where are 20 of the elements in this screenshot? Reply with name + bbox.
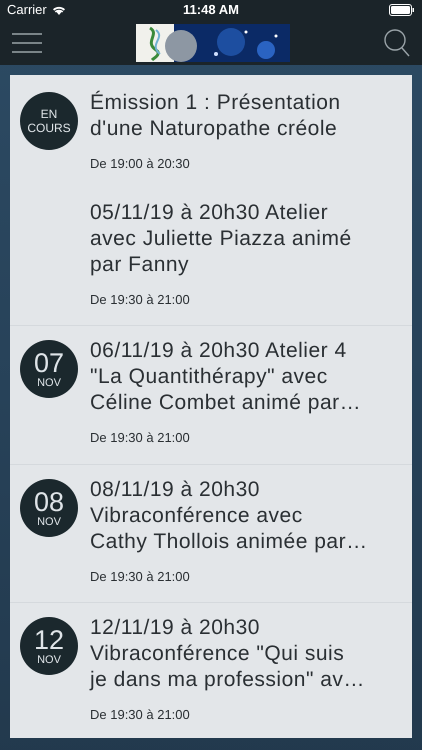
menu-icon[interactable] [12, 32, 42, 52]
event-title[interactable]: 05/11/19 à 20h30 Atelier avec Juliette Piazza animé par Fanny [90, 200, 352, 278]
wifi-icon [52, 5, 66, 15]
date-badge: 12 NOV [20, 617, 78, 675]
clock: 11:48 AM [183, 1, 239, 20]
event-title[interactable]: Émission 1 : Présentation d'une Naturopathe créole [90, 90, 341, 142]
carrier-label: Carrier [7, 1, 47, 20]
search-icon[interactable] [384, 28, 410, 56]
event-title[interactable]: 12/11/19 à 20h30 Vibraconférence "Qui suis je dans ma profession" av… [90, 615, 365, 693]
event-time: De 19:30 à 21:00 [90, 568, 191, 586]
live-badge: EN COURS [20, 92, 78, 150]
event-time: De 19:30 à 21:00 [90, 429, 191, 447]
event-time: De 19:00 à 20:30 [90, 155, 191, 173]
event-title[interactable]: 08/11/19 à 20h30 Vibraconférence avec Cathy Thollois animée par… [90, 476, 368, 554]
battery-icon [388, 4, 415, 16]
date-badge: 08 NOV [20, 478, 78, 536]
event-time: De 19:30 à 21:00 [90, 706, 191, 724]
event-time: De 19:30 à 21:00 [90, 290, 191, 308]
event-title[interactable]: 06/11/19 à 20h30 Atelier 4 "La Quantithérapy" avec Céline Combet animé par… [90, 338, 362, 416]
date-badge: 07 NOV [20, 340, 78, 398]
